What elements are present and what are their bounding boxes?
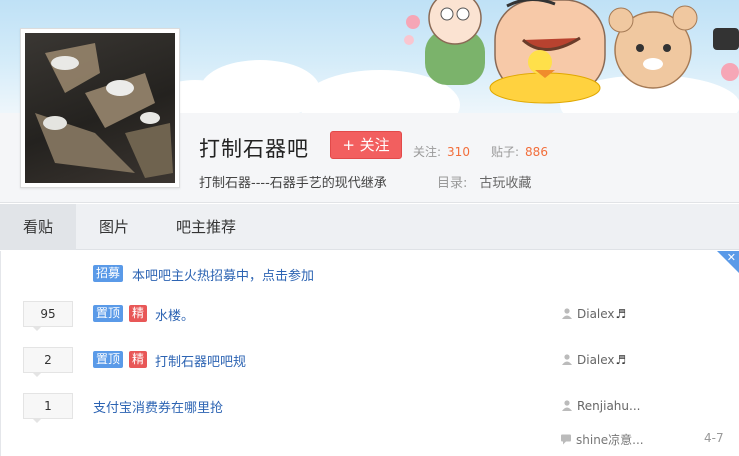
followers-label: 关注: — [413, 145, 442, 159]
person-icon — [562, 354, 572, 365]
forum-avatar[interactable] — [20, 28, 180, 188]
last-reply-time: 4-7 — [704, 431, 724, 445]
reply-count: 1 — [23, 393, 73, 423]
table-row: 2 置顶 精 打制石器吧吧规 Dialex♬ — [1, 347, 739, 377]
reply-count: 2 — [23, 347, 73, 377]
catalog-link[interactable]: 古玩收藏 — [479, 176, 531, 191]
tab-images[interactable]: 图片 — [76, 204, 152, 250]
thread-author[interactable]: Dialex♬ — [562, 353, 626, 367]
forum-catalog: 目录: 古玩收藏 — [437, 172, 531, 191]
tab-posts[interactable]: 看贴 — [0, 204, 76, 250]
forum-slogan: 打制石器----石器手艺的现代继承 — [199, 176, 387, 191]
person-icon — [562, 308, 572, 319]
pinned-tag: 置顶 — [93, 305, 124, 322]
author-badge: ♬ — [615, 353, 627, 367]
thread-author[interactable]: Dialex♬ — [562, 307, 626, 321]
thread-list: ✕ 招募 本吧吧主火热招募中，点击参加 95 置顶 精 水楼。 Dialex♬ … — [0, 251, 739, 456]
table-row: 1 支付宝消费券在哪里抢 Renjiahu... — [1, 393, 739, 423]
author-name: Dialex — [577, 353, 615, 367]
notice-row: 招募 本吧吧主火热招募中，点击参加 — [1, 264, 739, 294]
tab-recommended[interactable]: 吧主推荐 — [160, 204, 252, 250]
thread-title-link[interactable]: 打制石器吧吧规 — [155, 351, 246, 370]
author-name: Dialex — [577, 307, 615, 321]
posts-label: 贴子: — [491, 145, 520, 159]
forum-tabs: 看贴 图片 吧主推荐 — [0, 204, 739, 250]
followers-count: 310 — [447, 145, 470, 159]
reply-count: 95 — [23, 301, 73, 331]
follow-button[interactable]: + 关注 — [330, 131, 402, 159]
posts-count: 886 — [525, 145, 548, 159]
thread-title-link[interactable]: 支付宝消费券在哪里抢 — [93, 397, 223, 416]
close-icon[interactable]: ✕ — [727, 252, 736, 263]
person-icon — [562, 400, 572, 411]
comment-icon — [561, 434, 571, 445]
stone-tools-image — [25, 33, 175, 183]
posts-stat: 贴子: 886 — [491, 143, 548, 160]
followers-stat: 关注: 310 — [413, 143, 470, 160]
notice-link[interactable]: 本吧吧主火热招募中，点击参加 — [132, 265, 314, 284]
catalog-label: 目录: — [437, 176, 468, 191]
author-name: Renjiahu... — [577, 399, 641, 413]
last-reply[interactable]: shine凉意... — [561, 431, 644, 448]
thread-author[interactable]: Renjiahu... — [562, 399, 640, 413]
last-reply-user: shine凉意... — [576, 433, 644, 447]
featured-tag: 精 — [129, 305, 148, 322]
cartoon-characters-illustration — [404, 0, 739, 104]
thread-title-link[interactable]: 水楼。 — [155, 305, 194, 324]
table-row: 95 置顶 精 水楼。 Dialex♬ — [1, 301, 739, 331]
author-badge: ♬ — [615, 307, 627, 321]
forum-title: 打制石器吧 — [199, 137, 309, 161]
featured-tag: 精 — [129, 351, 148, 368]
pinned-tag: 置顶 — [93, 351, 124, 368]
recruit-tag: 招募 — [93, 265, 124, 282]
